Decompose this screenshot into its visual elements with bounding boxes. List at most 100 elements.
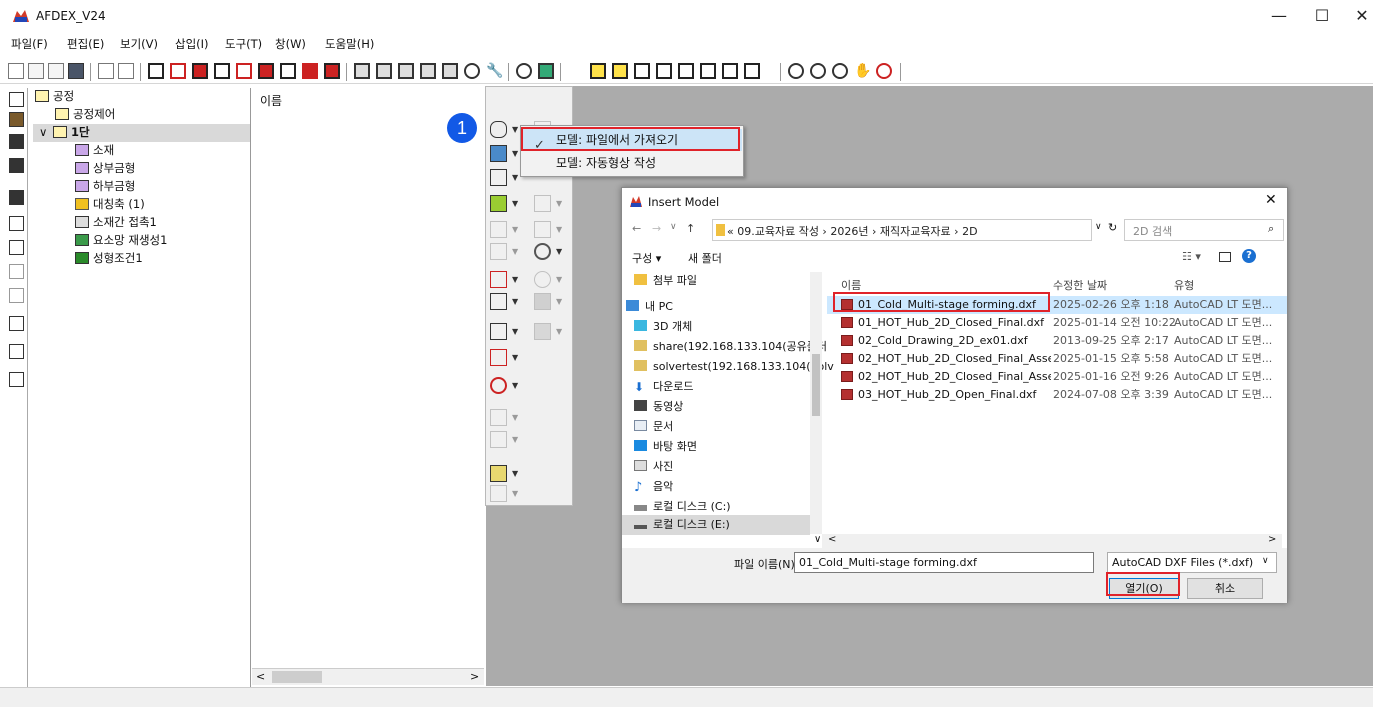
scroll-left-icon[interactable]: < xyxy=(256,670,265,683)
press-icon[interactable] xyxy=(490,221,507,238)
dropdown-arrow-icon[interactable]: ▼ xyxy=(556,327,562,336)
rotate-icon[interactable] xyxy=(464,63,480,79)
tree-item-symmetry-axis[interactable]: 대칭축 (1) xyxy=(75,196,145,213)
grid-icon[interactable] xyxy=(9,216,24,231)
menu-item-auto-shape[interactable]: 모델: 자동형상 작성 xyxy=(522,152,742,174)
view-custom-icon[interactable] xyxy=(324,63,340,79)
menu-edit[interactable]: 편집(E) xyxy=(67,36,104,52)
close-button[interactable]: ✕ xyxy=(1340,4,1373,28)
nav-scrollbar[interactable] xyxy=(810,272,822,534)
view-back-icon[interactable] xyxy=(236,63,252,79)
maximize-button[interactable]: ☐ xyxy=(1300,4,1344,28)
preview-pane-icon[interactable] xyxy=(1219,252,1231,262)
dropdown-arrow-icon[interactable]: ▼ xyxy=(512,413,518,422)
node-icon[interactable] xyxy=(9,240,24,255)
shaded-icon[interactable] xyxy=(398,63,414,79)
render-icon[interactable] xyxy=(354,63,370,79)
new-file-icon[interactable] xyxy=(8,63,24,79)
tree-item-root[interactable]: 공정 xyxy=(35,88,74,105)
tree-item-billet[interactable]: 소재 xyxy=(75,142,114,159)
half-view-icon[interactable] xyxy=(722,63,738,79)
nav-item-solvertest[interactable]: solvertest(192.168.133.104(Solv xyxy=(634,357,834,377)
tree-view-icon[interactable] xyxy=(9,92,24,107)
graph-icon[interactable] xyxy=(9,344,24,359)
file-type-select[interactable]: AutoCAD DXF Files (*.dxf) ∨ xyxy=(1107,552,1277,573)
zoom-window-icon[interactable] xyxy=(788,63,804,79)
full-view-icon[interactable] xyxy=(744,63,760,79)
nav-item-attachments[interactable]: 첨부 파일 xyxy=(634,271,697,291)
chevron-down-icon[interactable]: ∨ xyxy=(39,124,53,141)
new-folder-button[interactable]: 새 폴더 xyxy=(688,250,722,266)
nav-item-music[interactable]: ♪ 음악 xyxy=(634,477,673,497)
view-side-icon[interactable] xyxy=(214,63,230,79)
cancel-button[interactable]: 취소 xyxy=(1187,578,1263,599)
friction-icon[interactable] xyxy=(534,271,551,288)
thermal-icon[interactable] xyxy=(534,293,551,310)
fit-all-icon[interactable] xyxy=(876,63,892,79)
breadcrumb[interactable]: « 09.교육자료 작성 › 2026년 › 재직자교육자료 › 2D xyxy=(712,219,1092,241)
nav-item-3d-objects[interactable]: 3D 개체 xyxy=(634,317,692,337)
gear-icon[interactable] xyxy=(534,243,551,260)
result-icon[interactable] xyxy=(490,465,507,482)
pan-hand-icon[interactable]: ✋ xyxy=(854,63,871,79)
column-type[interactable]: 유형 xyxy=(1174,277,1194,293)
screen-icon[interactable] xyxy=(9,190,24,205)
up-arrow-icon[interactable]: ↑ xyxy=(686,222,695,235)
dropdown-arrow-icon[interactable]: ▼ xyxy=(512,275,518,284)
open-folder-icon[interactable] xyxy=(48,63,64,79)
file-row[interactable]: 02_HOT_Hub_2D_Closed_Final_Assembl... 20… xyxy=(827,368,1287,386)
dropdown-arrow-icon[interactable]: ▼ xyxy=(512,435,518,444)
camera-icon[interactable] xyxy=(516,63,532,79)
address-chevron-icon[interactable]: ∨ xyxy=(1095,222,1102,232)
nav-item-videos[interactable]: 동영상 xyxy=(634,397,683,417)
refresh-icon[interactable]: ↻ xyxy=(1108,221,1117,234)
zoom-in-icon[interactable] xyxy=(810,63,826,79)
nav-item-documents[interactable]: 문서 xyxy=(634,417,673,437)
import-icon[interactable] xyxy=(98,63,114,79)
boundary-icon[interactable] xyxy=(534,195,551,212)
tree-item-remesh[interactable]: 요소망 재생성1 xyxy=(75,232,167,249)
measure-icon[interactable] xyxy=(9,288,24,303)
insert-model-icon[interactable] xyxy=(490,121,507,138)
tree-item-forming-condition[interactable]: 성형조건1 xyxy=(75,250,143,267)
mesh-icon[interactable] xyxy=(442,63,458,79)
dropdown-arrow-icon[interactable]: ▼ xyxy=(512,469,518,478)
dropdown-arrow-icon[interactable]: ▼ xyxy=(556,225,562,234)
table-icon[interactable] xyxy=(9,316,24,331)
file-row[interactable]: 02_Cold_Drawing_2D_ex01.dxf 2013-09-25 오… xyxy=(827,332,1287,350)
view-front-icon[interactable] xyxy=(170,63,186,79)
tree-item-contact[interactable]: 소재간 접촉1 xyxy=(75,214,157,231)
nav-item-desktop[interactable]: 바탕 화면 xyxy=(634,437,697,457)
dropdown-arrow-icon[interactable]: ▼ xyxy=(556,297,562,306)
tree-item-process-control[interactable]: 공정제어 xyxy=(55,106,115,123)
dropdown-arrow-icon[interactable]: ▼ xyxy=(512,247,518,256)
file-row[interactable]: 03_HOT_Hub_2D_Open_Final.dxf 2024-07-08 … xyxy=(827,386,1287,404)
dropdown-arrow-icon[interactable]: ▼ xyxy=(512,381,518,390)
menu-help[interactable]: 도움말(H) xyxy=(325,36,374,52)
post-process-icon[interactable] xyxy=(490,409,507,426)
dropdown-arrow-icon[interactable]: ▼ xyxy=(556,247,562,256)
section-icon[interactable] xyxy=(590,63,606,79)
heat-icon[interactable] xyxy=(490,293,507,310)
column-name[interactable]: 이름 xyxy=(841,277,861,293)
column-date[interactable]: 수정한 날짜 xyxy=(1053,277,1107,293)
condition-tool-icon[interactable] xyxy=(490,349,507,366)
zoom-out-icon[interactable] xyxy=(832,63,848,79)
dropdown-arrow-icon[interactable]: ▼ xyxy=(556,275,562,284)
back-arrow-icon[interactable]: ← xyxy=(632,222,641,235)
file-row[interactable]: 01_HOT_Hub_2D_Closed_Final.dxf 2025-01-1… xyxy=(827,314,1287,332)
file-row[interactable]: 02_HOT_Hub_2D_Closed_Final_Assembl... 20… xyxy=(827,350,1287,368)
dropdown-arrow-icon[interactable]: ▼ xyxy=(512,297,518,306)
menu-tools[interactable]: 도구(T) xyxy=(225,36,262,52)
search-input[interactable]: 2D 검색 ⌕ xyxy=(1124,219,1284,241)
simulation-icon[interactable] xyxy=(490,377,507,394)
nav-item-pictures[interactable]: 사진 xyxy=(634,457,673,477)
nav-item-drive-e[interactable]: 로컬 디스크 (E:) xyxy=(634,515,730,535)
forward-arrow-icon[interactable]: → xyxy=(652,222,661,235)
section-plane-icon[interactable] xyxy=(678,63,694,79)
nav-item-downloads[interactable]: ⬇ 다운로드 xyxy=(634,377,693,397)
view-left-icon[interactable] xyxy=(280,63,296,79)
dropdown-arrow-icon[interactable]: ▼ xyxy=(512,489,518,498)
organize-button[interactable]: 구성 ▾ xyxy=(632,250,661,266)
remesh-option-icon[interactable] xyxy=(534,323,551,340)
